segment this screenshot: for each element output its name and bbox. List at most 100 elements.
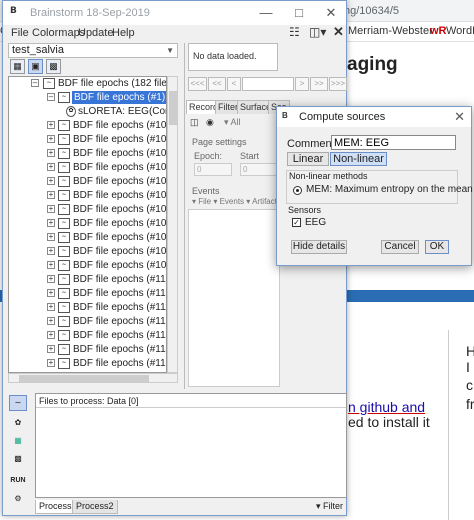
expand-icon[interactable]: +	[47, 247, 55, 255]
tree-node-selected[interactable]: – ∼ BDF file epochs (#1)	[9, 91, 166, 104]
functional-condition-view-icon[interactable]: ▩	[46, 59, 61, 74]
tree-node-epoch[interactable]: + ∼ BDF file epochs (#11)	[9, 273, 166, 286]
mem-radio-label[interactable]: MEM: Maximum entropy on the mean	[306, 184, 473, 195]
epoch-spinner[interactable]: 0	[194, 163, 232, 176]
start-field[interactable]: 0	[240, 163, 278, 176]
tree-node-epoch[interactable]: + ∼ BDF file epochs (#115)	[9, 357, 166, 370]
tree-node-epoch[interactable]: + ∼ BDF file epochs (#106)	[9, 217, 166, 230]
montage-icon[interactable]: ◉	[206, 117, 214, 128]
expand-icon[interactable]: +	[47, 345, 55, 353]
expand-icon[interactable]: +	[47, 163, 55, 171]
collapse-icon[interactable]: –	[47, 93, 55, 101]
nav-first-button[interactable]: <<<	[188, 77, 207, 91]
expand-icon[interactable]: +	[47, 275, 55, 283]
expand-icon[interactable]: +	[47, 177, 55, 185]
nav-prev-page-button[interactable]: <<	[208, 77, 226, 91]
tree-vertical-scrollbar[interactable]	[167, 76, 178, 373]
tree-node-epoch[interactable]: + ∼ BDF file epochs (#105)	[9, 203, 166, 216]
tree-node-epoch[interactable]: + ∼ BDF file epochs (#102)	[9, 161, 166, 174]
expand-icon[interactable]: +	[47, 121, 55, 129]
linear-button[interactable]: Linear	[287, 152, 329, 166]
expand-icon[interactable]: +	[47, 359, 55, 367]
tree-node-epoch[interactable]: + ∼ BDF file epochs (#10)	[9, 119, 166, 132]
tab-process2[interactable]: Process2	[72, 500, 118, 514]
close-all-icon[interactable]: ✕	[333, 24, 344, 40]
layout-menu-icon[interactable]: ◫▾	[309, 25, 326, 39]
pipeline-icon[interactable]: ⚙	[9, 491, 27, 507]
expand-icon[interactable]: +	[47, 219, 55, 227]
clone-window-icon[interactable]: ☷	[289, 25, 300, 39]
expand-icon[interactable]: +	[47, 191, 55, 199]
nav-next-page-button[interactable]: >>	[310, 77, 328, 91]
functional-subject-view-icon[interactable]: ▣	[28, 59, 43, 74]
expand-icon[interactable]: +	[47, 317, 55, 325]
events-list[interactable]	[188, 209, 280, 387]
menu-update[interactable]: Update	[78, 27, 113, 39]
nav-prev-button[interactable]: <	[227, 77, 241, 91]
tree-node-epoch[interactable]: + ∼ BDF file epochs (#101)	[9, 147, 166, 160]
bookmark-wordref[interactable]: WordRe	[446, 25, 474, 37]
tree-node-sources[interactable]: ✿ sLORETA: EEG(Constr) 2	[9, 105, 166, 118]
expand-icon[interactable]: +	[47, 303, 55, 311]
tree-node-epoch[interactable]: + ∼ BDF file epochs (#104)	[9, 189, 166, 202]
mem-radio[interactable]	[293, 186, 302, 195]
data-file-icon: ∼	[58, 330, 70, 341]
maximize-icon[interactable]: □	[291, 5, 307, 21]
process-sources-icon[interactable]: ✿	[9, 415, 27, 431]
minimize-icon[interactable]: —	[258, 5, 274, 21]
montage-select[interactable]: ▾ All	[224, 117, 241, 128]
process-matrix-icon[interactable]: ▩	[9, 451, 27, 467]
menu-help[interactable]: Help	[112, 27, 135, 39]
hide-details-button[interactable]: Hide details	[291, 240, 347, 254]
expand-icon[interactable]: +	[47, 331, 55, 339]
nav-next-button[interactable]: >	[295, 77, 309, 91]
ok-button[interactable]: OK	[425, 240, 449, 254]
nav-last-button[interactable]: >>>	[329, 77, 347, 91]
title-bar[interactable]: B Brainstorm 18-Sep-2019 — □ ✕	[3, 1, 346, 25]
comment-input[interactable]	[331, 135, 456, 150]
tree-node-epoch[interactable]: + ∼ BDF file epochs (#113)	[9, 329, 166, 342]
cancel-button[interactable]: Cancel	[381, 240, 419, 254]
anatomy-view-icon[interactable]: ▦	[10, 59, 25, 74]
process-timefreq-icon[interactable]: ▦	[9, 433, 27, 449]
filter-button[interactable]: ▾ Filter	[316, 501, 343, 512]
run-button[interactable]: RUN	[9, 473, 27, 489]
expand-icon[interactable]: +	[47, 261, 55, 269]
data-file-icon: ∼	[58, 246, 70, 257]
github-link[interactable]: n github and	[348, 399, 425, 415]
dialog-title-bar[interactable]: B Compute sources ✕	[277, 107, 471, 127]
expand-icon[interactable]: +	[47, 233, 55, 241]
scrollbar-thumb[interactable]	[19, 375, 149, 382]
files-to-process-list[interactable]: Files to process: Data [0]	[35, 393, 347, 498]
nav-time-field[interactable]	[242, 77, 294, 91]
scrollbar-thumb[interactable]	[169, 91, 177, 125]
expand-icon[interactable]: +	[47, 205, 55, 213]
bookmark-merriam-webster[interactable]: Merriam-Webster	[348, 25, 433, 37]
expand-icon[interactable]: +	[47, 289, 55, 297]
tree-node-root[interactable]: – ∼ BDF file epochs (182 files)	[9, 77, 166, 90]
tree-horizontal-scrollbar[interactable]	[8, 373, 178, 383]
nonlinear-button[interactable]: Non-linear	[330, 152, 387, 166]
tree-node-epoch[interactable]: + ∼ BDF file epochs (#110)	[9, 287, 166, 300]
collapse-icon[interactable]: –	[31, 79, 39, 87]
events-menus[interactable]: ▾ File ▾ Events ▾ Artifacts	[192, 197, 281, 206]
protocol-select[interactable]: test_salvia ▼	[8, 43, 178, 58]
close-icon[interactable]: ✕	[454, 109, 465, 125]
zoom-icon[interactable]: ◫	[190, 117, 199, 128]
tree-node-epoch[interactable]: + ∼ BDF file epochs (#108)	[9, 245, 166, 258]
tree-node-epoch[interactable]: + ∼ BDF file epochs (#109)	[9, 259, 166, 272]
expand-icon[interactable]: +	[47, 149, 55, 157]
process-recordings-icon[interactable]: ∼	[9, 395, 27, 411]
tree-node-epoch[interactable]: + ∼ BDF file epochs (#111)	[9, 301, 166, 314]
tree-node-epoch[interactable]: + ∼ BDF file epochs (#114)	[9, 343, 166, 356]
tree-node-epoch[interactable]: + ∼ BDF file epochs (#107)	[9, 231, 166, 244]
tree-node-epoch[interactable]: + ∼ BDF file epochs (#112)	[9, 315, 166, 328]
close-icon[interactable]: ✕	[323, 5, 339, 21]
expand-icon[interactable]: +	[47, 135, 55, 143]
eeg-checkbox[interactable]: ✓	[292, 218, 301, 227]
eeg-checkbox-label[interactable]: EEG	[305, 217, 326, 228]
database-tree[interactable]: – ∼ BDF file epochs (182 files) – ∼ BDF …	[8, 76, 167, 373]
tree-node-epoch[interactable]: + ∼ BDF file epochs (#100)	[9, 133, 166, 146]
tree-node-epoch[interactable]: + ∼ BDF file epochs (#103)	[9, 175, 166, 188]
menu-file[interactable]: File	[11, 27, 29, 39]
